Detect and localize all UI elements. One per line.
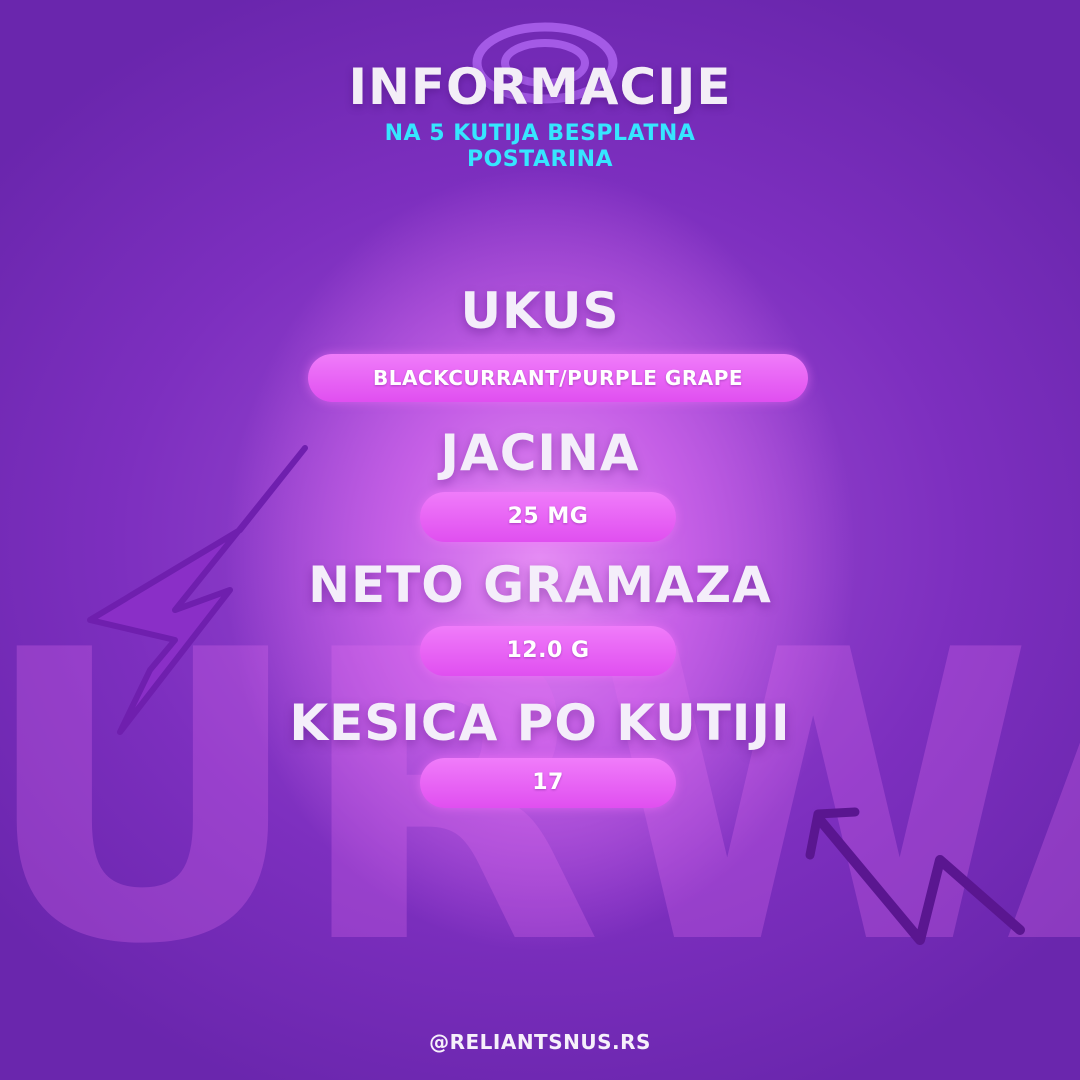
section-value-ukus: BLACKCURRANT/PURPLE GRAPE xyxy=(308,354,808,402)
section-value-neto-gramaza: 12.0 G xyxy=(420,626,676,676)
subtitle-line-2: POSTARINA xyxy=(466,147,614,172)
section-label-kesica-po-kutiji: KESICA PO KUTIJI xyxy=(289,694,791,752)
subtitle-line-1: NA 5 KUTIJA BESPLATNA xyxy=(384,121,696,146)
info-poster: URWA INFORMACIJE NA 5 KUTIJA BESPLATNA P… xyxy=(0,0,1080,1080)
section-label-jacina: JACINA xyxy=(440,424,640,482)
section-value-kesica-po-kutiji: 17 xyxy=(420,758,676,808)
page-title: INFORMACIJE xyxy=(348,58,732,116)
section-value-jacina: 25 MG xyxy=(420,492,676,542)
section-label-neto-gramaza: NETO GRAMAZA xyxy=(308,556,772,614)
footer-handle[interactable]: @RELIANTSNUS.RS xyxy=(0,1030,1080,1054)
section-label-ukus: UKUS xyxy=(460,282,620,340)
arrow-doodle-icon xyxy=(805,807,1025,945)
